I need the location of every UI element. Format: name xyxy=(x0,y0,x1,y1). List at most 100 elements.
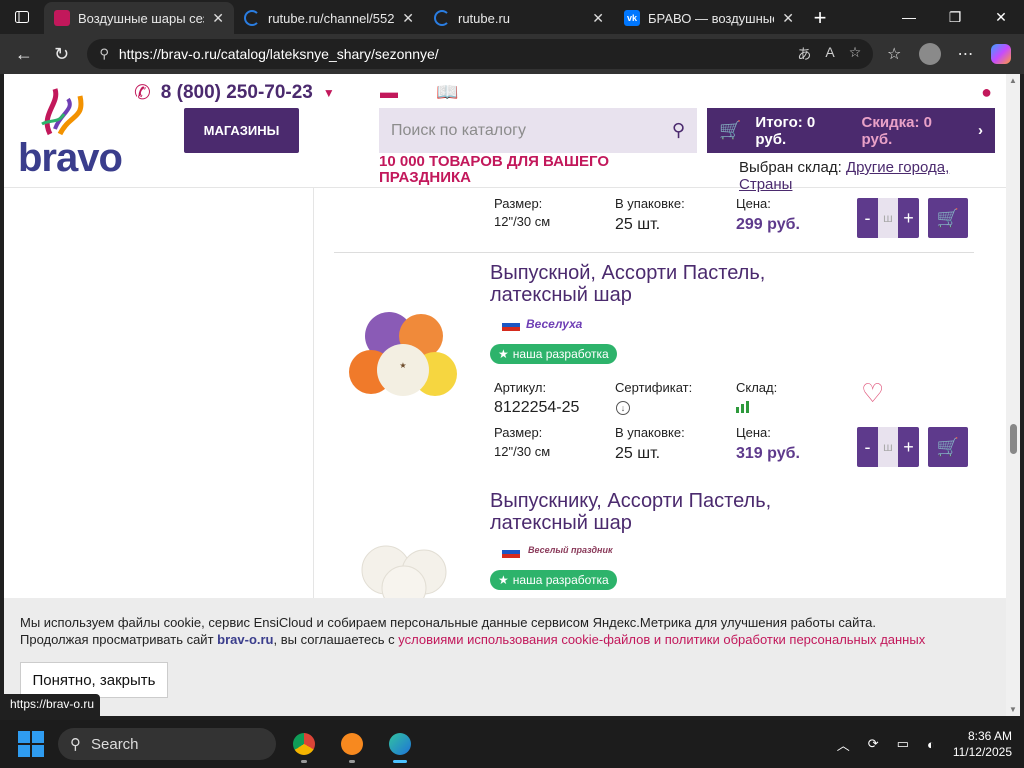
browser-toolbar: ← ↻ ⚲ https://brav-o.ru/catalog/lateksny… xyxy=(0,34,1024,74)
site-info-icon[interactable]: ⚲ xyxy=(99,46,109,62)
scrollbar-thumb[interactable] xyxy=(1010,424,1017,454)
star-icon: ★ xyxy=(498,573,509,587)
taskbar-search[interactable]: ⚲ Search xyxy=(58,728,276,760)
stores-button[interactable]: МАГАЗИНЫ xyxy=(184,108,299,153)
minus-button[interactable]: - xyxy=(857,208,878,229)
tab-rutube-channel[interactable]: rutube.ru/channel/5522 ✕ xyxy=(234,2,424,34)
close-window-button[interactable]: ✕ xyxy=(978,0,1024,34)
read-aloud-icon[interactable]: A xyxy=(825,44,834,64)
badge-text: наша разработка xyxy=(512,573,609,587)
tab-rutube[interactable]: rutube.ru ✕ xyxy=(424,2,614,34)
favorite-star-icon[interactable]: ☆ xyxy=(849,44,862,64)
tab-vk-bravo[interactable]: vk БРАВО — воздушные ш ✕ xyxy=(614,2,804,34)
close-tab-icon[interactable]: ✕ xyxy=(212,10,224,27)
add-to-cart-button[interactable]: 🛒 xyxy=(928,198,968,238)
phone-text: 8 (800) 250-70-23 xyxy=(160,81,313,103)
pack-label: В упаковке: xyxy=(615,425,685,440)
card-icon[interactable]: ▬ xyxy=(380,82,398,103)
divider xyxy=(334,252,974,253)
display-icon[interactable]: ▭ xyxy=(897,736,909,752)
search-icon: ⚲ xyxy=(70,736,81,753)
tab-bravo-seasonal[interactable]: Воздушные шары сезо ✕ xyxy=(44,2,234,34)
url-text: https://brav-o.ru/catalog/lateksnye_shar… xyxy=(118,46,439,62)
tab-title: БРАВО — воздушные ш xyxy=(648,10,775,26)
user-icon[interactable]: ● xyxy=(981,82,992,103)
cart-total: Итого: 0 руб. xyxy=(755,113,816,148)
tab-title: Воздушные шары сезо xyxy=(78,10,205,26)
product-title[interactable]: Выпускной, Ассорти Пастель, латексный ша… xyxy=(490,262,810,306)
copilot-icon[interactable] xyxy=(986,39,1016,69)
cookie-policy-link[interactable]: условиями использования cookie-файлов и … xyxy=(398,632,925,647)
promo-text: 10 000 ТОВАРОВ ДЛЯ ВАШЕГО ПРАЗДНИКА xyxy=(379,153,610,186)
address-bar[interactable]: ⚲ https://brav-o.ru/catalog/lateksnye_sh… xyxy=(87,39,874,69)
catalog-book-icon[interactable]: 📖 xyxy=(436,82,458,103)
update-icon[interactable]: ⟳ xyxy=(868,736,879,752)
quantity-input[interactable]: ш xyxy=(878,427,898,467)
brand-label: Веселуха xyxy=(526,317,583,331)
close-tab-icon[interactable]: ✕ xyxy=(782,10,794,27)
logo-swirl-icon xyxy=(41,88,84,136)
download-icon[interactable]: ↓ xyxy=(616,401,630,415)
minus-button[interactable]: - xyxy=(857,437,878,458)
back-button[interactable]: ← xyxy=(8,38,40,70)
clock[interactable]: 8:36 AM 11/12/2025 xyxy=(953,728,1012,760)
close-tab-icon[interactable]: ✕ xyxy=(402,10,414,27)
product-title[interactable]: Выпускнику, Ассорти Пастель, латексный ш… xyxy=(490,490,810,534)
add-to-cart-button[interactable]: 🛒 xyxy=(928,427,968,467)
quantity-input[interactable]: ш xyxy=(878,198,898,238)
taskbar-search-label: Search xyxy=(91,735,139,753)
page-scrollbar[interactable]: ▲ ▼ xyxy=(1006,74,1020,716)
size-value: 12"/30 см xyxy=(494,214,551,229)
refresh-button[interactable]: ↻ xyxy=(46,38,78,70)
chevron-right-icon: › xyxy=(978,122,983,139)
product-image[interactable] xyxy=(354,538,454,598)
plus-button[interactable]: + xyxy=(898,437,919,458)
search-input[interactable]: Поиск по каталогу ⚲ xyxy=(379,108,697,153)
scroll-down-arrow-icon[interactable]: ▼ xyxy=(1009,705,1017,714)
bravo-favicon-icon xyxy=(54,10,70,26)
more-menu-icon[interactable]: ⋯ xyxy=(951,39,981,69)
profile-avatar[interactable] xyxy=(915,39,945,69)
chevron-up-icon[interactable]: ︿ xyxy=(837,735,850,754)
vk-favicon-icon: vk xyxy=(624,10,640,26)
windows-taskbar: ⚲ Search ︿ ⟳ ▭ ◐ 8:36 AM 11/12/2025 xyxy=(0,720,1024,768)
edge-app-icon[interactable] xyxy=(380,724,420,764)
price-value: 299 руб. xyxy=(736,216,800,233)
search-icon[interactable]: ⚲ xyxy=(672,120,685,141)
size-label: Размер: xyxy=(494,196,543,211)
restore-button[interactable]: ❐ xyxy=(932,0,978,34)
chevron-down-icon[interactable]: ▼ xyxy=(323,86,335,100)
app-icon[interactable] xyxy=(332,724,372,764)
cart-discount: Скидка: 0 руб. xyxy=(861,113,932,148)
new-tab-button[interactable]: + xyxy=(804,2,836,34)
cart-button[interactable]: 🛒 Итого: 0 руб. Скидка: 0 руб. › xyxy=(707,108,995,153)
article-value: 8122254-25 xyxy=(494,399,580,416)
minimize-button[interactable]: — xyxy=(886,0,932,34)
quantity-stepper[interactable]: - ш + xyxy=(857,427,919,467)
favorite-heart-icon[interactable]: ♡ xyxy=(861,378,884,409)
russia-flag-icon xyxy=(502,319,520,331)
scroll-up-arrow-icon[interactable]: ▲ xyxy=(1009,76,1017,85)
quantity-stepper[interactable]: - ш + xyxy=(857,198,919,238)
own-design-badge: ★ наша разработка xyxy=(490,344,617,364)
translate-icon[interactable]: あ xyxy=(797,44,811,64)
tab-actions-button[interactable] xyxy=(0,0,44,34)
bravo-logo[interactable]: bravo xyxy=(18,84,123,180)
close-tab-icon[interactable]: ✕ xyxy=(592,10,604,27)
loading-spinner-icon xyxy=(434,10,450,26)
product-image[interactable]: ★ xyxy=(349,308,461,420)
cookie-accept-button[interactable]: Понятно, закрыть xyxy=(20,662,168,698)
favorites-icon[interactable]: ☆ xyxy=(879,39,909,69)
cookie-text-mid: , вы соглашаетесь с xyxy=(273,632,395,647)
pack-label: В упаковке: xyxy=(615,196,685,211)
chrome-app-icon[interactable] xyxy=(284,724,324,764)
phone-number[interactable]: ✆ 8 (800) 250-70-23 ▼ xyxy=(134,80,335,105)
windows-start-button[interactable] xyxy=(18,731,44,757)
loading-spinner-icon xyxy=(244,10,260,26)
cart-icon: 🛒 xyxy=(936,207,960,228)
plus-button[interactable]: + xyxy=(898,208,919,229)
network-icon[interactable]: ◐ xyxy=(927,737,935,752)
search-placeholder: Поиск по каталогу xyxy=(391,121,526,139)
clock-time: 8:36 AM xyxy=(967,729,1012,743)
pack-value: 25 шт. xyxy=(615,216,661,233)
